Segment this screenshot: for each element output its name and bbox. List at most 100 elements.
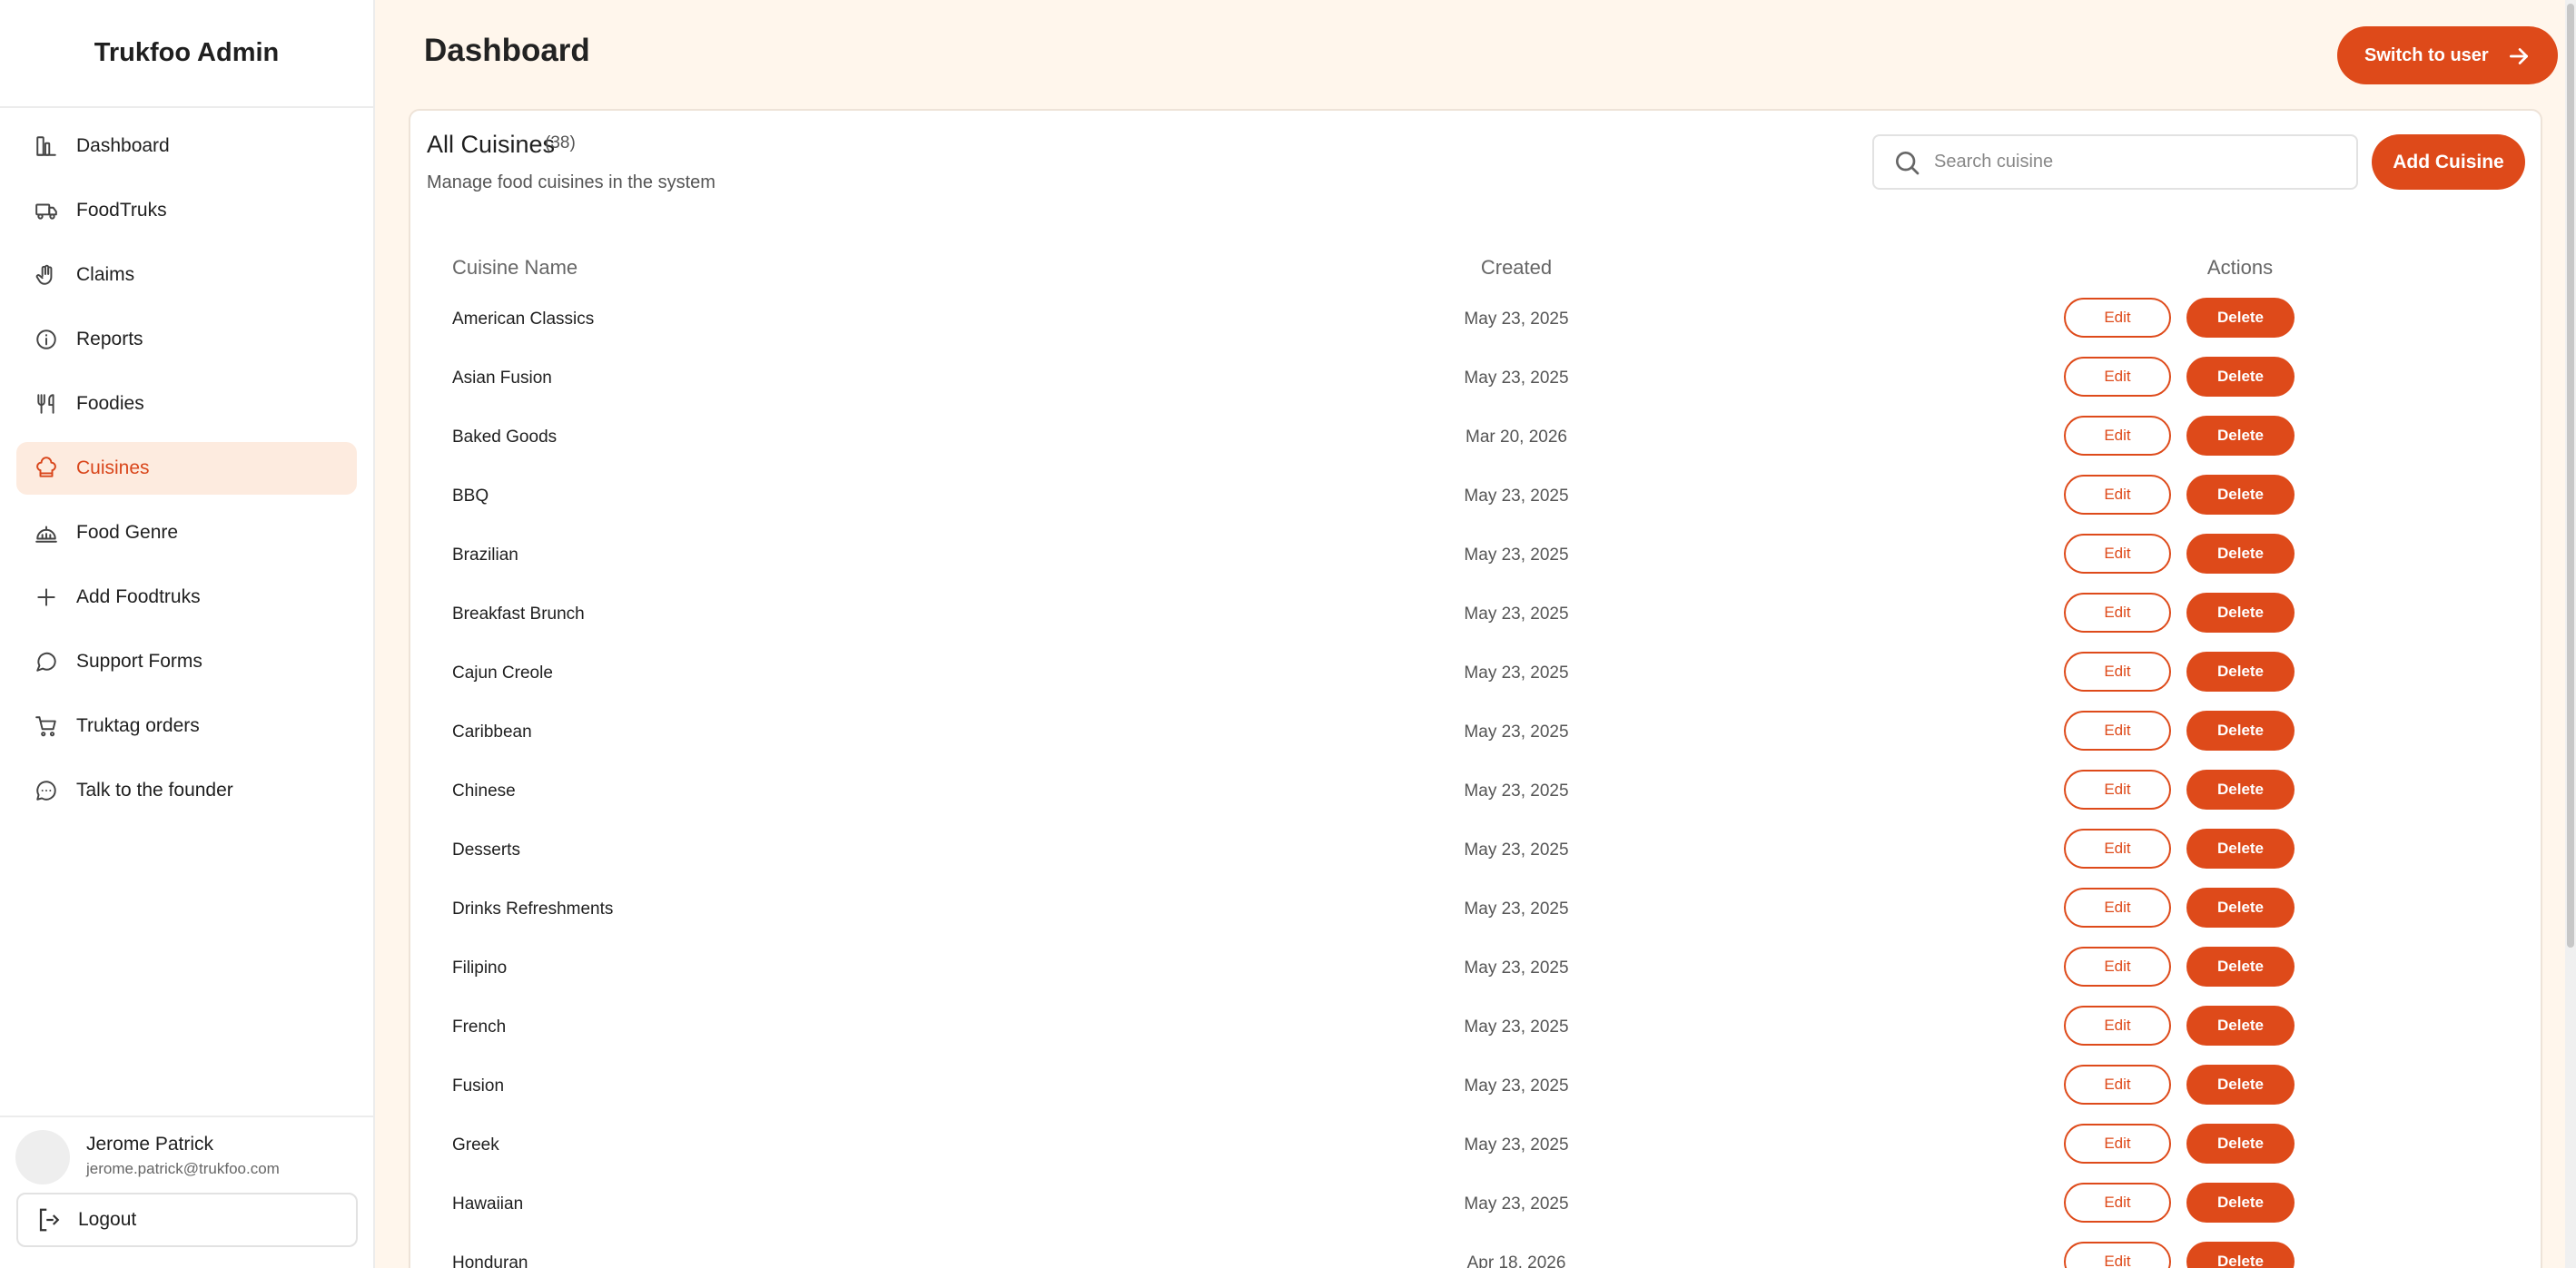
table-row: American Classics May 23, 2025 Edit Delete bbox=[410, 292, 2541, 351]
chat-dots-icon bbox=[33, 777, 60, 804]
search-box bbox=[1872, 134, 2358, 190]
sidebar-item-label: Add Foodtruks bbox=[76, 586, 201, 607]
sidebar-item-truktag-orders[interactable]: Truktag orders bbox=[16, 700, 357, 752]
cuisines-title: All Cuisines bbox=[427, 131, 556, 158]
column-header-created: Created bbox=[1480, 256, 1553, 279]
edit-button[interactable]: Edit bbox=[2064, 829, 2171, 869]
column-header-name: Cuisine Name bbox=[452, 256, 578, 279]
cuisine-name: Chinese bbox=[452, 781, 516, 801]
cuisine-created: May 23, 2025 bbox=[1464, 722, 1569, 742]
sidebar-item-claims[interactable]: Claims bbox=[16, 249, 357, 301]
edit-button[interactable]: Edit bbox=[2064, 652, 2171, 692]
delete-button[interactable]: Delete bbox=[2186, 829, 2295, 869]
cuisine-table-body: American Classics May 23, 2025 Edit Delete A… bbox=[410, 292, 2541, 1268]
bar-chart-icon bbox=[33, 133, 60, 160]
edit-button[interactable]: Edit bbox=[2064, 593, 2171, 633]
delete-button[interactable]: Delete bbox=[2186, 652, 2295, 692]
main-content: Dashboard Switch to user All Cuisines (3… bbox=[375, 0, 2576, 1268]
sidebar-item-label: Talk to the founder bbox=[76, 780, 233, 801]
cuisine-created: Mar 20, 2026 bbox=[1466, 428, 1567, 447]
cart-icon bbox=[33, 713, 60, 740]
table-row: Caribbean May 23, 2025 Edit Delete bbox=[410, 705, 2541, 764]
switch-to-user-button[interactable]: Switch to user bbox=[2337, 26, 2558, 84]
edit-button[interactable]: Edit bbox=[2064, 1242, 2171, 1268]
delete-button[interactable]: Delete bbox=[2186, 357, 2295, 397]
avatar bbox=[15, 1130, 70, 1184]
sidebar-item-label: Claims bbox=[76, 264, 135, 285]
table-row: Filipino May 23, 2025 Edit Delete bbox=[410, 941, 2541, 1000]
sidebar-item-foodies[interactable]: Foodies bbox=[16, 378, 357, 430]
scrollbar-thumb[interactable] bbox=[2567, 4, 2574, 948]
edit-button[interactable]: Edit bbox=[2064, 298, 2171, 338]
cuisine-created: May 23, 2025 bbox=[1464, 487, 1569, 506]
edit-button[interactable]: Edit bbox=[2064, 1124, 2171, 1164]
app-root: Trukfoo Admin Dashboard FoodTruks Claims bbox=[0, 0, 2576, 1268]
edit-button[interactable]: Edit bbox=[2064, 416, 2171, 456]
sidebar-item-foodtruks[interactable]: FoodTruks bbox=[16, 184, 357, 237]
column-header-actions: Actions bbox=[2206, 256, 2274, 279]
delete-button[interactable]: Delete bbox=[2186, 475, 2295, 515]
utensils-icon bbox=[33, 390, 60, 418]
delete-button[interactable]: Delete bbox=[2186, 947, 2295, 987]
logout-button[interactable]: Logout bbox=[16, 1193, 358, 1247]
delete-button[interactable]: Delete bbox=[2186, 711, 2295, 751]
cuisines-card: All Cuisines (38) Manage food cuisines i… bbox=[409, 109, 2542, 1268]
cuisine-name: Desserts bbox=[452, 840, 520, 860]
sidebar-item-support-forms[interactable]: Support Forms bbox=[16, 635, 357, 688]
delete-button[interactable]: Delete bbox=[2186, 593, 2295, 633]
table-row: Greek May 23, 2025 Edit Delete bbox=[410, 1118, 2541, 1177]
sidebar-item-reports[interactable]: Reports bbox=[16, 313, 357, 366]
cuisine-name: Asian Fusion bbox=[452, 369, 552, 388]
sidebar-item-food-genre[interactable]: Food Genre bbox=[16, 506, 357, 559]
cuisine-created: May 23, 2025 bbox=[1464, 1076, 1569, 1096]
cuisine-name: Cajun Creole bbox=[452, 663, 553, 683]
delete-button[interactable]: Delete bbox=[2186, 888, 2295, 928]
table-row: Brazilian May 23, 2025 Edit Delete bbox=[410, 528, 2541, 587]
edit-button[interactable]: Edit bbox=[2064, 770, 2171, 810]
edit-button[interactable]: Edit bbox=[2064, 1065, 2171, 1105]
page-scrollbar[interactable] bbox=[2565, 0, 2576, 1268]
delete-button[interactable]: Delete bbox=[2186, 770, 2295, 810]
table-row: BBQ May 23, 2025 Edit Delete bbox=[410, 469, 2541, 528]
cuisine-created: May 23, 2025 bbox=[1464, 310, 1569, 329]
edit-button[interactable]: Edit bbox=[2064, 1006, 2171, 1046]
edit-button[interactable]: Edit bbox=[2064, 475, 2171, 515]
sidebar-item-label: Dashboard bbox=[76, 135, 170, 156]
edit-button[interactable]: Edit bbox=[2064, 888, 2171, 928]
edit-button[interactable]: Edit bbox=[2064, 947, 2171, 987]
user-name: Jerome Patrick bbox=[86, 1134, 214, 1155]
table-row: Honduran Apr 18, 2026 Edit Delete bbox=[410, 1236, 2541, 1268]
sidebar-item-label: Support Forms bbox=[76, 651, 202, 672]
sidebar-item-dashboard[interactable]: Dashboard bbox=[16, 120, 357, 172]
edit-button[interactable]: Edit bbox=[2064, 1183, 2171, 1223]
message-icon bbox=[33, 648, 60, 675]
delete-button[interactable]: Delete bbox=[2186, 1183, 2295, 1223]
delete-button[interactable]: Delete bbox=[2186, 1006, 2295, 1046]
cuisine-created: May 23, 2025 bbox=[1464, 840, 1569, 860]
user-email: jerome.patrick@trukfoo.com bbox=[86, 1160, 280, 1177]
add-cuisine-button[interactable]: Add Cuisine bbox=[2372, 134, 2525, 190]
edit-button[interactable]: Edit bbox=[2064, 357, 2171, 397]
delete-button[interactable]: Delete bbox=[2186, 416, 2295, 456]
edit-button[interactable]: Edit bbox=[2064, 534, 2171, 574]
table-row: Asian Fusion May 23, 2025 Edit Delete bbox=[410, 351, 2541, 410]
sidebar-item-label: FoodTruks bbox=[76, 200, 167, 221]
delete-button[interactable]: Delete bbox=[2186, 534, 2295, 574]
edit-button[interactable]: Edit bbox=[2064, 711, 2171, 751]
sidebar-item-add-foodtruks[interactable]: Add Foodtruks bbox=[16, 571, 357, 624]
sidebar-nav: Dashboard FoodTruks Claims Reports Foodi… bbox=[0, 108, 373, 817]
delete-button[interactable]: Delete bbox=[2186, 1065, 2295, 1105]
delete-button[interactable]: Delete bbox=[2186, 1242, 2295, 1268]
search-input[interactable] bbox=[1934, 152, 2334, 172]
delete-button[interactable]: Delete bbox=[2186, 298, 2295, 338]
cuisine-created: May 23, 2025 bbox=[1464, 663, 1569, 683]
sidebar-item-talk-founder[interactable]: Talk to the founder bbox=[16, 764, 357, 817]
sidebar-item-label: Food Genre bbox=[76, 522, 179, 543]
delete-button[interactable]: Delete bbox=[2186, 1124, 2295, 1164]
table-row: Desserts May 23, 2025 Edit Delete bbox=[410, 823, 2541, 882]
cuisine-created: May 23, 2025 bbox=[1464, 1194, 1569, 1214]
table-row: Chinese May 23, 2025 Edit Delete bbox=[410, 764, 2541, 823]
table-row: Breakfast Brunch May 23, 2025 Edit Delete bbox=[410, 587, 2541, 646]
sidebar-item-cuisines[interactable]: Cuisines bbox=[16, 442, 357, 495]
cuisine-created: May 23, 2025 bbox=[1464, 899, 1569, 919]
